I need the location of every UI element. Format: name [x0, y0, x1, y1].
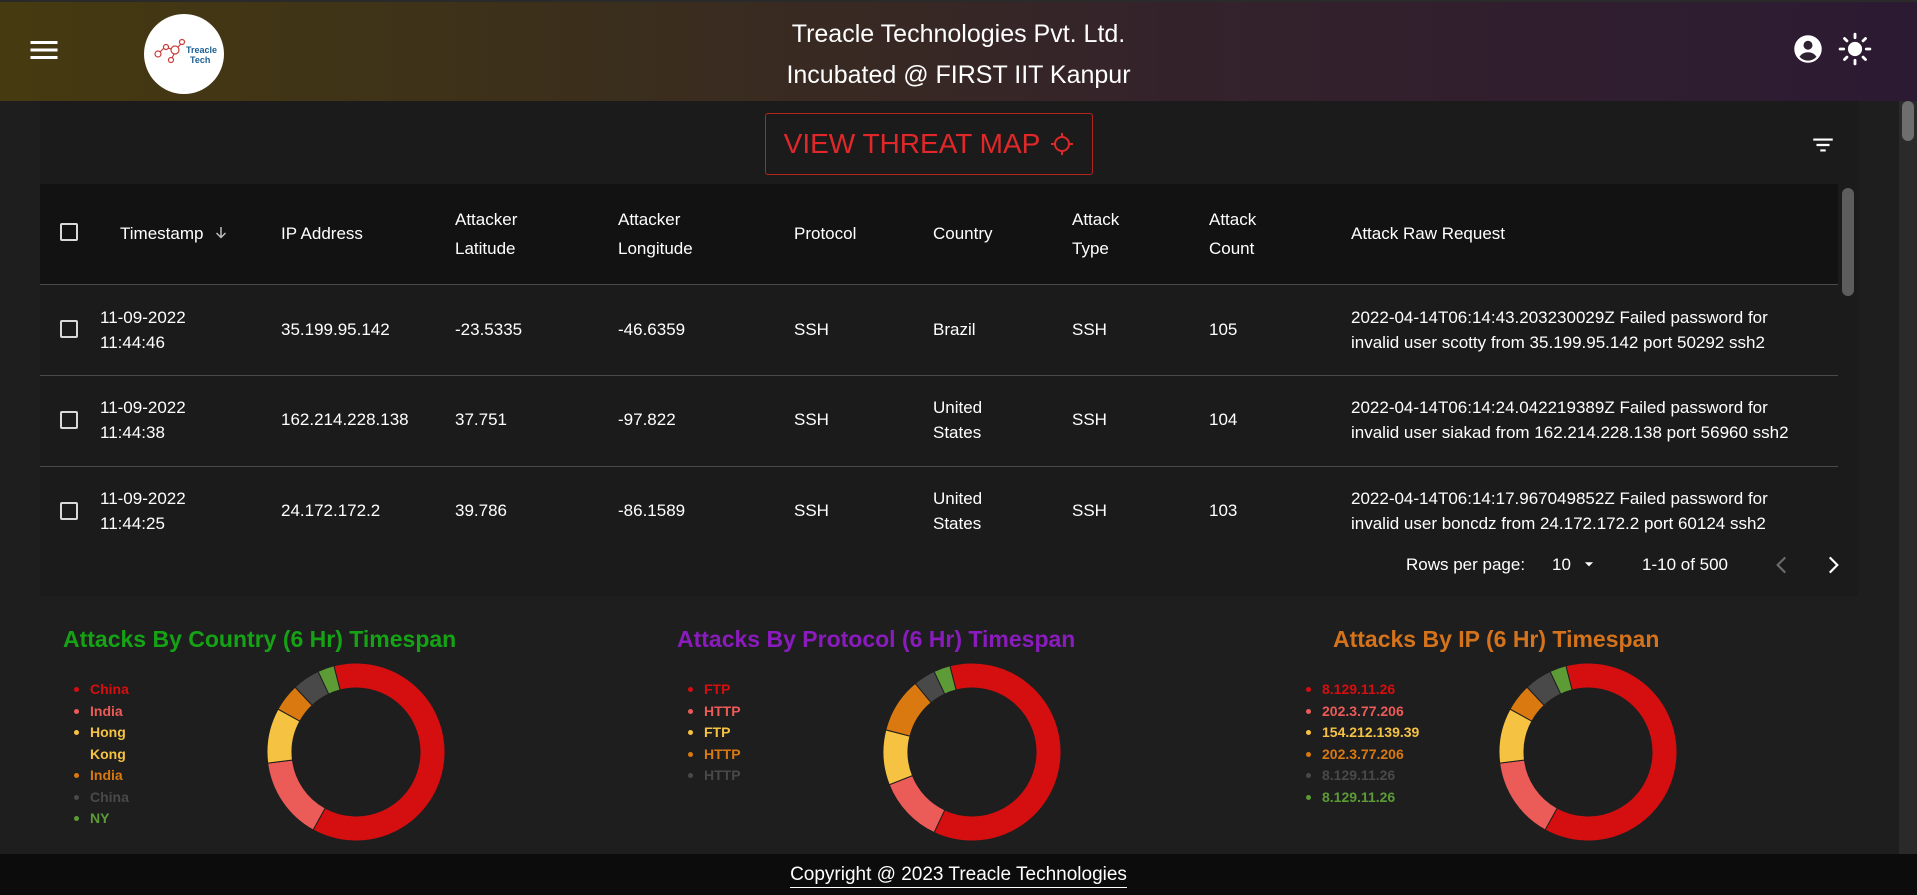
row-checkbox[interactable] — [60, 502, 78, 520]
col-protocol[interactable]: Protocol — [794, 219, 856, 248]
table-row[interactable]: 11-09-2022 11:44:25 24.172.172.2 39.786 -… — [40, 467, 1838, 534]
ip-chart-legend: 8.129.11.26 202.3.77.206 154.212.139.39 … — [1306, 679, 1419, 808]
cell-ip: 35.199.95.142 — [281, 320, 390, 339]
cell-timestamp: 11-09-2022 11:44:46 — [100, 308, 186, 352]
prev-page-icon[interactable] — [1769, 552, 1795, 578]
cell-ip: 162.214.228.138 — [281, 410, 409, 429]
legend-item[interactable]: HTTP — [688, 765, 741, 787]
col-country[interactable]: Country — [933, 219, 993, 248]
cell-raw-request: 2022-04-14T06:14:43.203230029Z Failed pa… — [1351, 308, 1768, 352]
cell-country: United States — [933, 398, 983, 442]
cell-longitude: -86.1589 — [618, 501, 686, 520]
col-attacker-latitude[interactable]: Attacker Latitude — [455, 205, 517, 263]
ip-donut-chart[interactable] — [1498, 662, 1678, 842]
legend-item[interactable]: 8.129.11.26 — [1306, 679, 1419, 701]
view-threat-map-button[interactable]: VIEW THREAT MAP — [765, 113, 1093, 175]
footer: Copyright @ 2023 Treacle Technologies — [0, 854, 1917, 895]
view-threat-map-label: VIEW THREAT MAP — [783, 128, 1041, 159]
pagination-range: 1-10 of 500 — [1642, 555, 1729, 574]
company-name: Treacle Technologies Pvt. Ltd. — [791, 20, 1126, 48]
cell-latitude: 39.786 — [455, 501, 507, 520]
cell-protocol: SSH — [794, 501, 829, 520]
legend-item[interactable]: Hong Kong — [74, 722, 129, 765]
cell-attack-count: 104 — [1209, 410, 1238, 429]
row-checkbox[interactable] — [60, 411, 78, 429]
legend-item[interactable]: 8.129.11.26 — [1306, 787, 1419, 809]
col-attack-count[interactable]: Attack Count — [1209, 205, 1256, 263]
ip-chart-title: Attacks By IP (6 Hr) Timespan — [1333, 626, 1660, 652]
cell-attack-type: SSH — [1072, 501, 1107, 520]
copyright-text: Copyright @ 2023 Treacle Technologies — [790, 864, 1127, 888]
donut-slice[interactable] — [888, 774, 946, 834]
donut-slice[interactable] — [882, 729, 914, 786]
cell-protocol: SSH — [794, 320, 829, 339]
donut-slice[interactable] — [267, 759, 326, 831]
cell-attack-type: SSH — [1072, 410, 1107, 429]
table-row[interactable]: 11-09-2022 11:44:38 162.214.228.138 37.75… — [40, 376, 1838, 467]
app-bar: Treacle Tech Treacle Technologies Pvt. L… — [0, 0, 1917, 101]
table-header: Timestamp IP Address Attacker Latitude At… — [40, 184, 1838, 285]
cell-latitude: 37.751 — [455, 410, 507, 429]
cell-attack-type: SSH — [1072, 320, 1107, 339]
arrow-down-icon[interactable] — [212, 224, 230, 242]
legend-item[interactable]: FTP — [688, 679, 741, 701]
legend-item[interactable]: FTP — [688, 722, 741, 744]
cell-attack-count: 105 — [1209, 320, 1238, 339]
rows-per-page-select[interactable]: 10 — [1552, 551, 1596, 579]
country-chart-legend: China India Hong Kong India China NY — [74, 679, 129, 830]
protocol-chart-legend: FTP HTTP FTP HTTP HTTP — [688, 679, 741, 787]
col-timestamp[interactable]: Timestamp — [120, 219, 230, 248]
table-row[interactable]: 11-09-2022 11:44:46 35.199.95.142 -23.533… — [40, 285, 1838, 376]
protocol-donut-chart[interactable] — [882, 662, 1062, 842]
cell-country: Brazil — [933, 320, 976, 339]
cell-raw-request: 2022-04-14T06:14:17.967049852Z Failed pa… — [1351, 489, 1768, 533]
legend-item[interactable]: HTTP — [688, 701, 741, 723]
next-page-icon[interactable] — [1820, 552, 1846, 578]
cell-timestamp: 11-09-2022 11:44:25 — [100, 489, 186, 533]
legend-item[interactable]: China — [74, 679, 129, 701]
cell-timestamp: 11-09-2022 11:44:38 — [100, 398, 186, 442]
legend-item[interactable]: India — [74, 765, 129, 787]
cell-ip: 24.172.172.2 — [281, 501, 381, 520]
page-scrollbar-thumb[interactable] — [1902, 101, 1914, 141]
legend-item[interactable]: China — [74, 787, 129, 809]
cell-protocol: SSH — [794, 410, 829, 429]
legend-item[interactable]: 202.3.77.206 — [1306, 701, 1419, 723]
col-attack-raw-request[interactable]: Attack Raw Request — [1351, 219, 1505, 248]
legend-item[interactable]: India — [74, 701, 129, 723]
sun-icon[interactable] — [1838, 32, 1872, 66]
country-chart-title: Attacks By Country (6 Hr) Timespan — [63, 626, 457, 652]
incubation-text: Incubated @ FIRST IIT Kanpur — [786, 61, 1131, 89]
app-title: Treacle Technologies Pvt. Ltd. Incubated… — [0, 14, 1917, 96]
legend-item[interactable]: NY — [74, 808, 129, 830]
legend-item[interactable]: 202.3.77.206 — [1306, 744, 1419, 766]
legend-item[interactable]: 154.212.139.39 — [1306, 722, 1419, 744]
legend-item[interactable]: 8.129.11.26 — [1306, 765, 1419, 787]
protocol-chart-title: Attacks By Protocol (6 Hr) Timespan — [677, 626, 1076, 652]
country-donut-chart[interactable] — [266, 662, 446, 842]
donut-slice[interactable] — [1499, 759, 1558, 831]
dropdown-arrow-icon — [1584, 562, 1593, 567]
col-ip-address[interactable]: IP Address — [281, 219, 363, 248]
page-scrollbar[interactable] — [1899, 101, 1917, 854]
row-checkbox[interactable] — [60, 320, 78, 338]
cell-longitude: -46.6359 — [618, 320, 686, 339]
crosshair-icon — [1051, 133, 1074, 155]
table-scrollbar-thumb[interactable] — [1842, 188, 1854, 296]
cell-latitude: -23.5335 — [455, 320, 523, 339]
col-attacker-longitude[interactable]: Attacker Longitude — [618, 205, 693, 263]
col-attack-type[interactable]: Attack Type — [1072, 205, 1119, 263]
filter-icon[interactable] — [1810, 132, 1836, 158]
cell-raw-request: 2022-04-14T06:14:24.042219389Z Failed pa… — [1351, 398, 1789, 442]
cell-country: United States — [933, 489, 983, 533]
cell-longitude: -97.822 — [618, 410, 676, 429]
rows-per-page-label: Rows per page: — [1406, 555, 1526, 574]
legend-item[interactable]: HTTP — [688, 744, 741, 766]
select-all-checkbox[interactable] — [60, 223, 78, 241]
cell-attack-count: 103 — [1209, 501, 1238, 520]
account-circle-icon[interactable] — [1793, 34, 1823, 64]
